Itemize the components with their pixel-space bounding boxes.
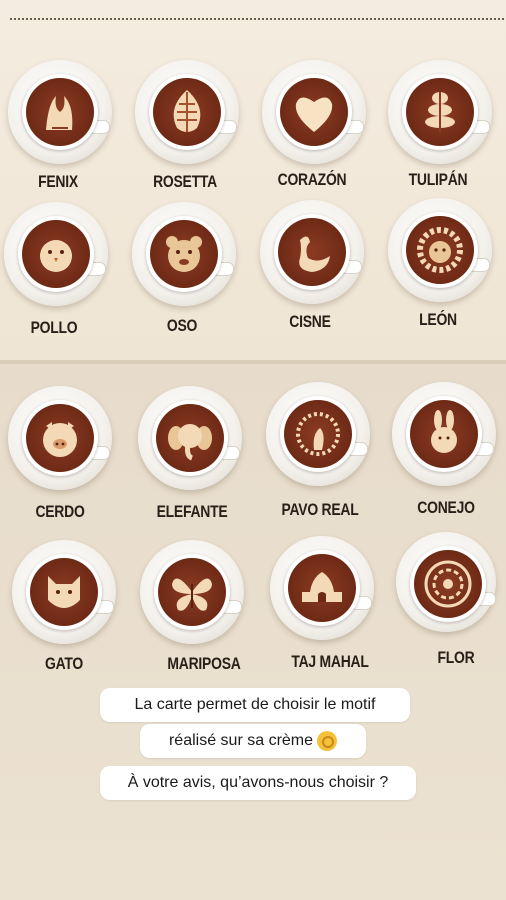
cup-flor bbox=[396, 532, 506, 642]
chick-latte-art bbox=[40, 240, 72, 272]
page-fold bbox=[0, 360, 506, 364]
cup-cisne bbox=[260, 200, 370, 310]
cup-gato bbox=[12, 540, 122, 650]
cup-oso bbox=[132, 202, 242, 312]
caption-bubble-2: réalisé sur sa crème bbox=[140, 724, 366, 758]
label-flor: FLOR bbox=[437, 648, 475, 667]
cup-pavo-real bbox=[266, 382, 376, 492]
label-oso: OSO bbox=[166, 316, 198, 335]
cup-corazon bbox=[262, 60, 372, 170]
taj-mahal-latte-art bbox=[302, 572, 342, 602]
elephant-latte-art bbox=[168, 424, 212, 461]
heart-latte-art bbox=[295, 97, 333, 132]
pig-latte-art bbox=[43, 422, 77, 457]
label-rosetta: ROSETTA bbox=[153, 172, 217, 191]
rosetta-latte-art bbox=[173, 90, 201, 132]
cup-cerdo bbox=[8, 386, 118, 496]
swan-latte-art bbox=[299, 236, 330, 272]
label-leon: LEÓN bbox=[419, 310, 457, 329]
label-mariposa: MARIPOSA bbox=[167, 654, 241, 673]
caption-line-2: réalisé sur sa crème bbox=[168, 732, 314, 749]
label-elefante: ELEFANTE bbox=[156, 502, 228, 521]
bear-latte-art bbox=[166, 236, 202, 272]
cup-tulipan bbox=[388, 60, 498, 170]
cat-latte-art bbox=[48, 576, 80, 608]
label-taj-mahal: TAJ MAHAL bbox=[291, 652, 369, 671]
rabbit-latte-art bbox=[431, 410, 457, 453]
cup-mariposa bbox=[140, 540, 250, 650]
label-conejo: CONEJO bbox=[417, 498, 475, 517]
tulip-latte-art bbox=[425, 92, 455, 132]
label-tulipan: TULIPÁN bbox=[408, 170, 468, 189]
caption-bubble-1: La carte permet de choisir le motif bbox=[100, 688, 410, 722]
cup-taj-mahal bbox=[270, 536, 380, 646]
label-fenix: FENIX bbox=[38, 172, 78, 191]
cup-fenix bbox=[8, 60, 118, 170]
label-cisne: CISNE bbox=[289, 312, 331, 331]
caption-bubble-3: À votre avis, qu’avons-nous choisir ? bbox=[100, 766, 416, 800]
dotted-divider bbox=[10, 18, 504, 20]
caption-question: À votre avis, qu’avons-nous choisir ? bbox=[127, 774, 389, 791]
cup-pollo bbox=[4, 202, 114, 312]
label-pavo-real: PAVO REAL bbox=[281, 500, 359, 519]
cup-rosetta bbox=[135, 60, 245, 170]
label-pollo: POLLO bbox=[30, 318, 78, 337]
cup-conejo bbox=[392, 382, 502, 492]
butterfly-latte-art bbox=[172, 578, 212, 611]
label-corazon: CORAZÓN bbox=[277, 170, 347, 189]
ok-hand-emoji-icon bbox=[317, 730, 338, 751]
cup-leon bbox=[388, 198, 498, 308]
phoenix-latte-art bbox=[46, 96, 73, 130]
label-gato: GATO bbox=[44, 654, 84, 673]
cup-elefante bbox=[138, 386, 248, 496]
flower-latte-art bbox=[424, 560, 472, 608]
label-cerdo: CERDO bbox=[35, 502, 85, 521]
peacock-latte-art bbox=[296, 412, 340, 456]
lion-latte-art bbox=[417, 227, 463, 273]
caption-line-1: La carte permet de choisir le motif bbox=[134, 696, 376, 713]
